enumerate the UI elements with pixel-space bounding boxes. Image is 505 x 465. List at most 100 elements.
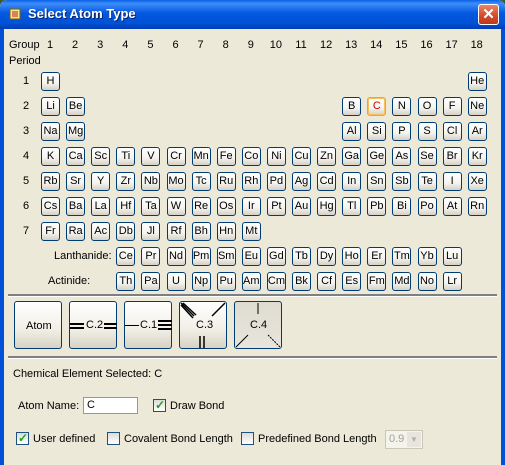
element-button-bi[interactable]: Bi (392, 197, 412, 216)
element-button-ga[interactable]: Ga (342, 147, 362, 166)
atom-type-button-c1[interactable]: C.1 (124, 301, 172, 349)
element-button-md[interactable]: Md (392, 272, 412, 291)
element-button-rb[interactable]: Rb (41, 172, 60, 191)
element-button-kr[interactable]: Kr (467, 147, 487, 166)
element-button-ce[interactable]: Ce (116, 247, 136, 266)
element-button-sm[interactable]: Sm (216, 247, 236, 266)
element-button-re[interactable]: Re (191, 197, 211, 216)
element-button-na[interactable]: Na (41, 122, 60, 141)
element-button-i[interactable]: I (442, 172, 462, 191)
element-button-li[interactable]: Li (41, 97, 60, 116)
title-bar[interactable]: Select Atom Type ✕ (0, 0, 505, 29)
element-button-cu[interactable]: Cu (292, 147, 311, 166)
element-button-os[interactable]: Os (216, 197, 236, 216)
user-defined-checkbox[interactable]: ✓ (16, 431, 29, 445)
atom-type-button-c3[interactable]: C.3 (179, 301, 227, 349)
element-button-tm[interactable]: Tm (392, 247, 412, 266)
element-button-pr[interactable]: Pr (141, 247, 161, 266)
element-button-xe[interactable]: Xe (467, 172, 487, 191)
element-button-ru[interactable]: Ru (216, 172, 236, 191)
element-button-ac[interactable]: Ac (91, 222, 111, 241)
element-button-pd[interactable]: Pd (266, 172, 286, 191)
element-button-nd[interactable]: Nd (166, 247, 186, 266)
element-button-at[interactable]: At (442, 197, 462, 216)
element-button-ra[interactable]: Ra (66, 222, 86, 241)
element-button-eu[interactable]: Eu (241, 247, 261, 266)
element-button-es[interactable]: Es (342, 272, 362, 291)
element-button-co[interactable]: Co (241, 147, 261, 166)
element-button-v[interactable]: V (141, 147, 161, 166)
element-button-jl[interactable]: Jl (141, 222, 161, 241)
element-button-ni[interactable]: Ni (266, 147, 286, 166)
atom-name-input[interactable]: C (83, 397, 138, 414)
element-button-sb[interactable]: Sb (392, 172, 412, 191)
element-button-rf[interactable]: Rf (166, 222, 186, 241)
draw-bond-checkbox[interactable]: ✓ (153, 398, 166, 412)
element-button-hn[interactable]: Hn (216, 222, 236, 241)
element-button-fr[interactable]: Fr (41, 222, 60, 241)
element-button-mt[interactable]: Mt (241, 222, 261, 241)
element-button-ba[interactable]: Ba (66, 197, 86, 216)
element-button-cf[interactable]: Cf (317, 272, 337, 291)
element-button-hf[interactable]: Hf (116, 197, 136, 216)
element-button-fm[interactable]: Fm (367, 272, 387, 291)
element-button-bk[interactable]: Bk (292, 272, 311, 291)
element-button-ar[interactable]: Ar (467, 122, 487, 141)
element-button-ag[interactable]: Ag (292, 172, 311, 191)
element-button-ca[interactable]: Ca (66, 147, 86, 166)
element-button-zn[interactable]: Zn (317, 147, 337, 166)
element-button-p[interactable]: P (392, 122, 412, 141)
element-button-pu[interactable]: Pu (216, 272, 236, 291)
close-button[interactable]: ✕ (478, 4, 499, 25)
element-button-be[interactable]: Be (66, 97, 86, 116)
element-button-si[interactable]: Si (367, 122, 387, 141)
element-button-gd[interactable]: Gd (266, 247, 286, 266)
element-button-tb[interactable]: Tb (292, 247, 311, 266)
element-button-mo[interactable]: Mo (166, 172, 186, 191)
atom-type-button-atom[interactable]: Atom (14, 301, 62, 349)
element-button-b[interactable]: B (342, 97, 362, 116)
atom-type-button-c4[interactable]: C.4 (234, 301, 282, 349)
element-button-tl[interactable]: Tl (342, 197, 362, 216)
element-button-cl[interactable]: Cl (442, 122, 462, 141)
element-button-au[interactable]: Au (292, 197, 311, 216)
element-button-tc[interactable]: Tc (191, 172, 211, 191)
element-button-bh[interactable]: Bh (191, 222, 211, 241)
element-button-po[interactable]: Po (417, 197, 437, 216)
element-button-lr[interactable]: Lr (442, 272, 462, 291)
element-button-pb[interactable]: Pb (367, 197, 387, 216)
element-button-th[interactable]: Th (116, 272, 136, 291)
element-button-s[interactable]: S (417, 122, 437, 141)
element-button-w[interactable]: W (166, 197, 186, 216)
element-button-y[interactable]: Y (91, 172, 111, 191)
predefined-bond-length-checkbox[interactable] (241, 432, 254, 445)
element-button-k[interactable]: K (41, 147, 60, 166)
element-button-as[interactable]: As (392, 147, 412, 166)
element-button-sr[interactable]: Sr (66, 172, 86, 191)
element-button-sc[interactable]: Sc (91, 147, 111, 166)
element-button-er[interactable]: Er (367, 247, 387, 266)
element-button-f[interactable]: F (442, 97, 462, 116)
element-button-ti[interactable]: Ti (116, 147, 136, 166)
element-button-in[interactable]: In (342, 172, 362, 191)
element-button-al[interactable]: Al (342, 122, 362, 141)
element-button-db[interactable]: Db (116, 222, 136, 241)
element-button-ta[interactable]: Ta (141, 197, 161, 216)
element-button-te[interactable]: Te (417, 172, 437, 191)
atom-type-button-c2[interactable]: C.2 (69, 301, 117, 349)
element-button-am[interactable]: Am (241, 272, 261, 291)
element-button-lu[interactable]: Lu (442, 247, 462, 266)
element-button-np[interactable]: Np (191, 272, 211, 291)
element-button-sn[interactable]: Sn (367, 172, 387, 191)
element-button-ge[interactable]: Ge (367, 147, 387, 166)
element-button-pm[interactable]: Pm (191, 247, 211, 266)
element-button-cd[interactable]: Cd (317, 172, 337, 191)
element-button-br[interactable]: Br (442, 147, 462, 166)
element-button-n[interactable]: N (392, 97, 412, 116)
element-button-rh[interactable]: Rh (241, 172, 261, 191)
element-button-mn[interactable]: Mn (191, 147, 211, 166)
element-button-ho[interactable]: Ho (342, 247, 362, 266)
element-button-ir[interactable]: Ir (241, 197, 261, 216)
element-button-cm[interactable]: Cm (266, 272, 286, 291)
bond-length-select[interactable]: 0.9 ▼ (385, 430, 423, 449)
